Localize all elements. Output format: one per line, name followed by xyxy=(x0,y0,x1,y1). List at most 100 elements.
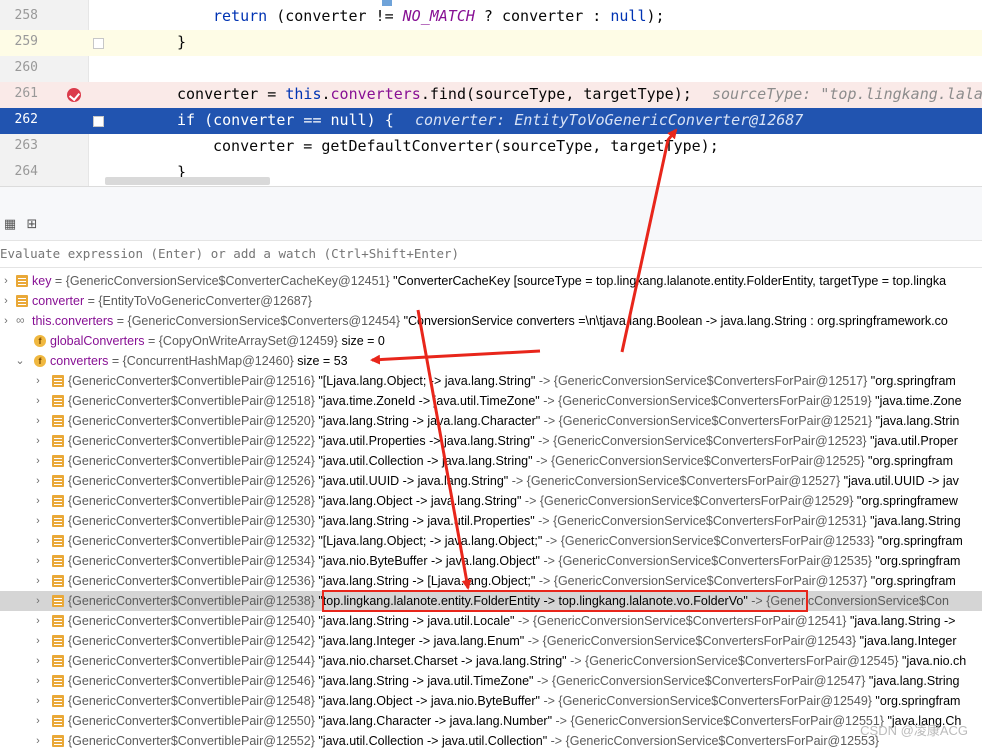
variable-row[interactable]: ⌄ f converters = {ConcurrentHashMap@12460}… xyxy=(0,351,982,371)
code-token: ) { xyxy=(366,111,394,129)
map-entry-row[interactable]: › {GenericConverter$ConvertiblePair@12544… xyxy=(0,651,982,671)
panel-divider[interactable] xyxy=(0,186,982,213)
chevron-right-icon[interactable]: › xyxy=(32,691,44,711)
chevron-right-icon[interactable]: › xyxy=(32,531,44,551)
chevron-right-icon[interactable]: › xyxy=(32,551,44,571)
chevron-right-icon[interactable]: › xyxy=(32,491,44,511)
evaluate-expression-bar[interactable] xyxy=(0,241,982,268)
equals-sign: = xyxy=(84,294,99,308)
map-entry-row[interactable]: › {GenericConverter$ConvertiblePair@12530… xyxy=(0,511,982,531)
map-entry-row[interactable]: › {GenericConverter$ConvertiblePair@12526… xyxy=(0,471,982,491)
fold-marker-icon[interactable] xyxy=(93,38,104,49)
chevron-right-icon[interactable]: › xyxy=(32,711,44,731)
chevron-right-icon[interactable]: › xyxy=(0,291,12,311)
map-entry-row[interactable]: › {GenericConverter$ConvertiblePair@12550… xyxy=(0,711,982,731)
map-entry-row[interactable]: › {GenericConverter$ConvertiblePair@12536… xyxy=(0,571,982,591)
variable-type: {GenericConversionService$Converters@124… xyxy=(127,314,401,328)
chevron-right-icon[interactable]: › xyxy=(32,591,44,611)
variable-row[interactable]: › key = {GenericConversionService$Convert… xyxy=(0,271,982,291)
map-entry-row[interactable]: › {GenericConverter$ConvertiblePair@12524… xyxy=(0,451,982,471)
arrow-operator: -> xyxy=(542,534,561,548)
table-icon[interactable]: ▦ xyxy=(3,218,17,232)
line-number: 260 xyxy=(14,60,38,75)
pair-value: "java.util.Collection -> java.util.Colle… xyxy=(318,734,548,748)
editor-horizontal-scrollbar[interactable] xyxy=(105,177,270,185)
map-entry-row[interactable]: › {GenericConverter$ConvertiblePair@12518… xyxy=(0,391,982,411)
chevron-right-icon[interactable]: › xyxy=(32,451,44,471)
pair-type-prefix: {GenericConverter$ConvertiblePair@ xyxy=(68,694,276,708)
line-number: 262 xyxy=(14,112,38,127)
equals-sign: = xyxy=(108,354,123,368)
pair-value: "java.util.Collection -> java.lang.Strin… xyxy=(318,454,533,468)
arrow-operator: -> xyxy=(535,574,554,588)
pair-value: "java.time.ZoneId -> java.util.TimeZone" xyxy=(318,394,540,408)
arrow-operator: -> xyxy=(534,434,554,448)
code-line[interactable]: 258 return (converter != NO_MATCH ? conve… xyxy=(0,4,982,30)
map-entry-row[interactable]: › {GenericConverter$ConvertiblePair@12542… xyxy=(0,631,982,651)
code-line[interactable]: 262 if (converter == null) {converter: En… xyxy=(0,108,982,134)
pair-value: "java.lang.Character -> java.lang.Number… xyxy=(318,714,553,728)
pair-type-prefix: {GenericConverter$ConvertiblePair@ xyxy=(68,714,276,728)
map-entry-row[interactable]: › {GenericConverter$ConvertiblePair@12532… xyxy=(0,531,982,551)
map-entry-row[interactable]: › {GenericConverter$ConvertiblePair@12552… xyxy=(0,731,982,751)
code-line[interactable]: 259} xyxy=(0,30,982,56)
pair-value: "java.lang.Object -> java.nio.ByteBuffer… xyxy=(318,694,540,708)
code-editor[interactable]: 258 return (converter != NO_MATCH ? conve… xyxy=(0,0,982,186)
pair-type-prefix: {GenericConverter$ConvertiblePair@ xyxy=(68,734,276,748)
chevron-right-icon[interactable]: › xyxy=(32,511,44,531)
variable-name: this.converters xyxy=(32,314,114,328)
map-entry-row[interactable]: › {GenericConverter$ConvertiblePair@12534… xyxy=(0,551,982,571)
pair-target-value: "org.springfram xyxy=(874,534,963,548)
chevron-right-icon[interactable]: › xyxy=(32,731,44,751)
map-entry-row[interactable]: › {GenericConverter$ConvertiblePair@12546… xyxy=(0,671,982,691)
layout-icon[interactable]: ⊞ xyxy=(25,218,39,232)
pair-value: "java.util.UUID -> java.lang.String" xyxy=(318,474,509,488)
pair-target-value: "org.springfram xyxy=(871,694,961,708)
evaluate-expression-input[interactable] xyxy=(0,241,970,265)
chevron-right-icon[interactable]: › xyxy=(32,671,44,691)
code-line[interactable]: 263 converter = getDefaultConverter(sourc… xyxy=(0,134,982,160)
fold-marker-icon[interactable] xyxy=(93,116,104,127)
map-entry-row[interactable]: › {GenericConverter$ConvertiblePair@12540… xyxy=(0,611,982,631)
pair-type-prefix: {GenericConverter$ConvertiblePair@ xyxy=(68,494,276,508)
chevron-right-icon[interactable]: › xyxy=(32,431,44,451)
map-entry-text: {GenericConverter$ConvertiblePair@12548}… xyxy=(68,691,960,711)
code-token: converter = getDefaultConverter(sourceTy… xyxy=(213,137,719,155)
chevron-right-icon[interactable]: › xyxy=(32,611,44,631)
map-entry-row[interactable]: › {GenericConverter$ConvertiblePair@12522… xyxy=(0,431,982,451)
map-entry-text: {GenericConverter$ConvertiblePair@12520}… xyxy=(68,411,959,431)
pair-target-value: "java.util.UUID -> jav xyxy=(840,474,959,488)
map-entry-row[interactable]: › {GenericConverter$ConvertiblePair@12528… xyxy=(0,491,982,511)
list-icon xyxy=(52,515,64,527)
chevron-down-icon[interactable]: ⌄ xyxy=(14,351,26,371)
code-line[interactable]: 261 converter = this.converters.find(sour… xyxy=(0,82,982,108)
chevron-right-icon[interactable]: › xyxy=(32,411,44,431)
chevron-right-icon[interactable]: › xyxy=(32,571,44,591)
list-icon xyxy=(52,435,64,447)
pair-target-type: {GenericConversionService$ConvertersForP… xyxy=(550,454,865,468)
arrow-operator: -> xyxy=(547,734,566,748)
chevron-right-icon[interactable]: › xyxy=(32,631,44,651)
map-entry-row[interactable]: › {GenericConverter$ConvertiblePair@12548… xyxy=(0,691,982,711)
variable-row[interactable]: › ∞ this.converters = {GenericConversionSe… xyxy=(0,311,982,331)
code-line[interactable]: 260 xyxy=(0,56,982,82)
variable-row[interactable]: f globalConverters = {CopyOnWriteArraySet… xyxy=(0,331,982,351)
chevron-right-icon[interactable]: › xyxy=(32,391,44,411)
map-entry-text: {GenericConverter$ConvertiblePair@12536}… xyxy=(68,571,956,591)
map-entry-text: {GenericConverter$ConvertiblePair@12516}… xyxy=(68,371,956,391)
chevron-right-icon[interactable]: › xyxy=(32,471,44,491)
chevron-right-icon[interactable]: › xyxy=(32,651,44,671)
map-entry-row[interactable]: › {GenericConverter$ConvertiblePair@12520… xyxy=(0,411,982,431)
variable-type: {GenericConversionService$ConverterCache… xyxy=(65,274,390,288)
chevron-right-icon[interactable]: › xyxy=(0,271,12,291)
breakpoint-icon[interactable] xyxy=(67,88,81,102)
field-icon: f xyxy=(34,355,46,367)
chevron-right-icon[interactable]: › xyxy=(32,371,44,391)
map-entry-row[interactable]: › {GenericConverter$ConvertiblePair@12516… xyxy=(0,371,982,391)
variable-row[interactable]: › converter = {EntityToVoGenericConverter… xyxy=(0,291,982,311)
arrow-operator: -> xyxy=(524,634,543,648)
pair-type-prefix: {GenericConverter$ConvertiblePair@ xyxy=(68,674,276,688)
variable-name: key xyxy=(32,274,52,288)
chevron-right-icon[interactable]: › xyxy=(0,311,12,331)
pair-type-prefix: {GenericConverter$ConvertiblePair@ xyxy=(68,474,276,488)
